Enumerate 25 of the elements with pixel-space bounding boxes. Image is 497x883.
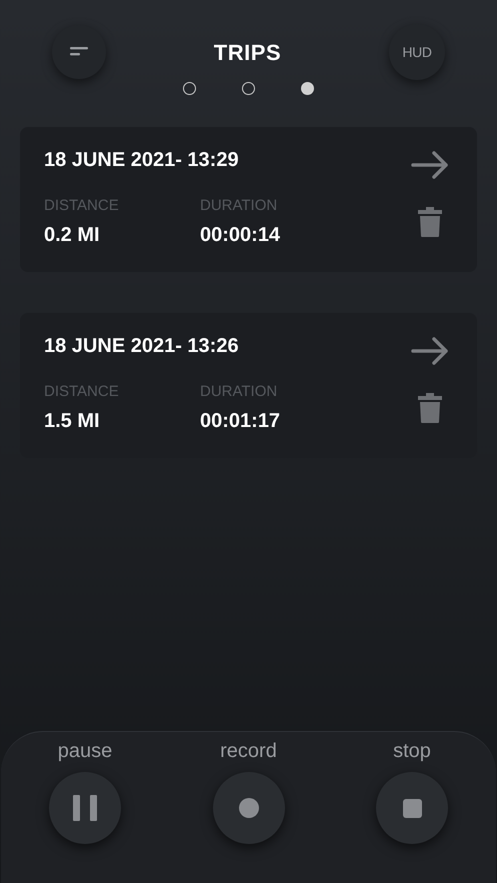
- trip-date: 18 JUNE 2021- 13:29: [44, 148, 240, 173]
- duration-label: DURATION: [200, 382, 278, 402]
- record-icon: [238, 798, 258, 818]
- arrow-icon[interactable]: [411, 151, 449, 179]
- duration-value: 00:01:17: [200, 408, 280, 434]
- delete-icon[interactable]: [418, 207, 442, 237]
- distance-label: DISTANCE: [44, 382, 120, 402]
- hud-button[interactable]: HUD: [388, 24, 445, 80]
- pause-icon: [72, 795, 98, 821]
- control-label: pause: [58, 739, 112, 764]
- duration-label: DURATION: [200, 196, 278, 216]
- control-label: record: [220, 739, 277, 764]
- distance-label: DISTANCE: [44, 196, 120, 216]
- trip-card[interactable]: 18 JUNE 2021- 13:29 DISTANCE 0.2 MI DURATION 00:00:14: [20, 127, 477, 272]
- trip-card[interactable]: 18 JUNE 2021- 13:26 DISTANCE 1.5 MI DURATION 00:01:17: [20, 313, 477, 458]
- delete-icon[interactable]: [418, 393, 442, 423]
- control-label: stop: [393, 739, 431, 764]
- screen-title: TRIPS: [214, 38, 282, 66]
- distance-value: 0.2 MI: [44, 222, 101, 248]
- trip-date: 18 JUNE 2021- 13:26: [44, 334, 240, 359]
- stop-icon: [402, 798, 422, 818]
- arrow-icon[interactable]: [411, 337, 449, 365]
- distance-value: 1.5 MI: [44, 408, 101, 434]
- duration-value: 00:00:14: [200, 222, 280, 248]
- menu-icon: [70, 47, 88, 57]
